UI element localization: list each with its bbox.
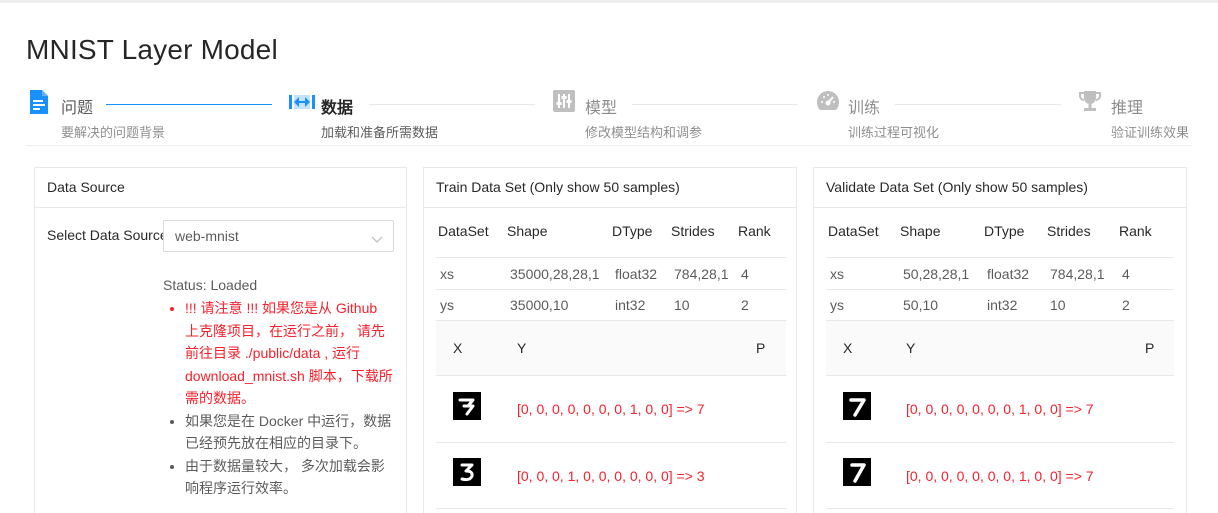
table-cell: 10 — [674, 297, 690, 313]
step-title: 模型 — [585, 100, 618, 117]
row-divider — [436, 257, 786, 258]
row-divider — [826, 508, 1174, 509]
card-header: Train Data Set (Only show 50 samples) — [424, 168, 796, 208]
table-cell: 784,28,1 — [674, 266, 729, 282]
row-divider — [826, 442, 1174, 443]
page-title: MNIST Layer Model — [26, 34, 278, 65]
column-header: Rank — [738, 223, 771, 239]
sliders-icon — [553, 90, 577, 114]
sample-column-header: Y — [906, 340, 916, 356]
step-description: 验证训练效果 — [1111, 125, 1190, 140]
card-header: Data Source — [35, 168, 406, 208]
row-divider — [826, 289, 1174, 290]
list-item: 如果您是在 Docker 中运行，数据已经预先放在相应的目录下。 — [185, 410, 395, 455]
table-cell: 50,28,28,1 — [903, 266, 970, 282]
column-header: DataSet — [438, 223, 489, 239]
validate-data-card: Validate Data Set (Only show 50 samples)… — [813, 167, 1187, 513]
table-cell: 784,28,1 — [1050, 266, 1105, 282]
dashboard-icon — [816, 90, 840, 114]
column-header: Shape — [507, 223, 548, 239]
data-source-card: Data Source Select Data Source web-mnist… — [34, 167, 407, 513]
table-cell: xs — [830, 266, 844, 282]
data-source-row: Select Data Source web-mnist — [47, 220, 395, 252]
step-inference[interactable]: 推理 验证训练效果 — [1079, 90, 1218, 140]
digit-image — [453, 458, 481, 486]
table-cell: ys — [440, 297, 454, 313]
table-cell: 50,10 — [903, 297, 939, 313]
table-cell: int32 — [615, 297, 646, 313]
sample-label: [0, 0, 0, 0, 0, 0, 0, 1, 0, 0] => 7 — [906, 468, 1094, 484]
chevron-down-icon — [371, 231, 383, 243]
column-header: Shape — [900, 223, 941, 239]
table-cell: 2 — [1122, 297, 1130, 313]
table-cell: xs — [440, 266, 454, 282]
step-title: 问题 — [61, 100, 94, 117]
table-cell: float32 — [987, 266, 1030, 282]
step-model[interactable]: 模型 修改模型结构和调参 — [553, 90, 813, 140]
step-train[interactable]: 训练 训练过程可视化 — [816, 90, 1076, 140]
samples-header — [826, 321, 1174, 375]
table-cell: 35000,28,28,1 — [510, 266, 600, 282]
step-title: 数据 — [321, 100, 354, 117]
notes-list: !!! 请注意 !!! 如果您是从 Github 上克隆项目，在运行之前， 请先… — [185, 297, 395, 500]
step-title: 推理 — [1111, 100, 1144, 117]
digit-image — [843, 392, 871, 420]
train-data-card: Train Data Set (Only show 50 samples) Da… — [423, 167, 797, 513]
step-description: 加载和准备所需数据 — [321, 125, 439, 140]
samples-header — [436, 321, 786, 375]
step-problem[interactable]: 问题 要解决的问题背景 — [29, 90, 289, 140]
table-cell: 4 — [741, 266, 749, 282]
step-title: 训练 — [848, 100, 881, 117]
row-divider — [436, 442, 786, 443]
steps-divider — [26, 145, 1192, 146]
row-divider — [826, 257, 1174, 258]
data-source-select[interactable]: web-mnist — [163, 220, 394, 252]
trophy-icon — [1079, 90, 1103, 114]
sample-column-header: X — [843, 340, 853, 356]
table-cell: 35000,10 — [510, 297, 569, 313]
sample-column-header: Y — [517, 340, 527, 356]
column-header: DType — [612, 223, 653, 239]
step-data[interactable]: 数据 加载和准备所需数据 — [289, 90, 549, 140]
column-header: Rank — [1119, 223, 1152, 239]
sample-column-header: X — [453, 340, 463, 356]
list-item: 由于数据量较大， 多次加载会影响程序运行效率。 — [185, 455, 395, 500]
sample-column-header: P — [756, 340, 766, 356]
data-source-label: Select Data Source — [47, 227, 168, 243]
status-text: Status: Loaded — [163, 277, 258, 293]
column-header: DataSet — [828, 223, 879, 239]
sample-label: [0, 0, 0, 0, 0, 0, 0, 1, 0, 0] => 7 — [517, 401, 705, 417]
step-connector — [106, 104, 272, 105]
row-divider — [436, 289, 786, 290]
sample-label: [0, 0, 0, 0, 0, 0, 0, 1, 0, 0] => 7 — [906, 401, 1094, 417]
step-connector — [369, 104, 535, 105]
column-width-icon — [289, 90, 315, 114]
row-divider — [826, 375, 1174, 376]
step-description: 修改模型结构和调参 — [585, 125, 703, 140]
table-cell: int32 — [987, 297, 1018, 313]
row-divider — [436, 508, 786, 509]
step-description: 训练过程可视化 — [848, 125, 940, 140]
table-cell: 4 — [1122, 266, 1130, 282]
column-header: Strides — [671, 223, 715, 239]
sample-column-header: P — [1145, 340, 1155, 356]
file-text-icon — [29, 90, 53, 114]
table-cell: float32 — [615, 266, 658, 282]
table-cell: 10 — [1050, 297, 1066, 313]
sample-label: [0, 0, 0, 1, 0, 0, 0, 0, 0, 0] => 3 — [517, 468, 705, 484]
digit-image — [843, 458, 871, 486]
data-source-selected-value: web-mnist — [175, 228, 239, 244]
column-header: Strides — [1047, 223, 1091, 239]
step-connector — [632, 104, 798, 105]
top-border — [0, 0, 1218, 3]
table-cell: ys — [830, 297, 844, 313]
step-description: 要解决的问题背景 — [61, 125, 166, 140]
digit-image — [453, 392, 481, 420]
table-cell: 2 — [741, 297, 749, 313]
card-header: Validate Data Set (Only show 50 samples) — [814, 168, 1186, 208]
step-connector — [895, 104, 1061, 105]
column-header: DType — [984, 223, 1025, 239]
row-divider — [436, 375, 786, 376]
list-item: !!! 请注意 !!! 如果您是从 Github 上克隆项目，在运行之前， 请先… — [185, 297, 395, 410]
